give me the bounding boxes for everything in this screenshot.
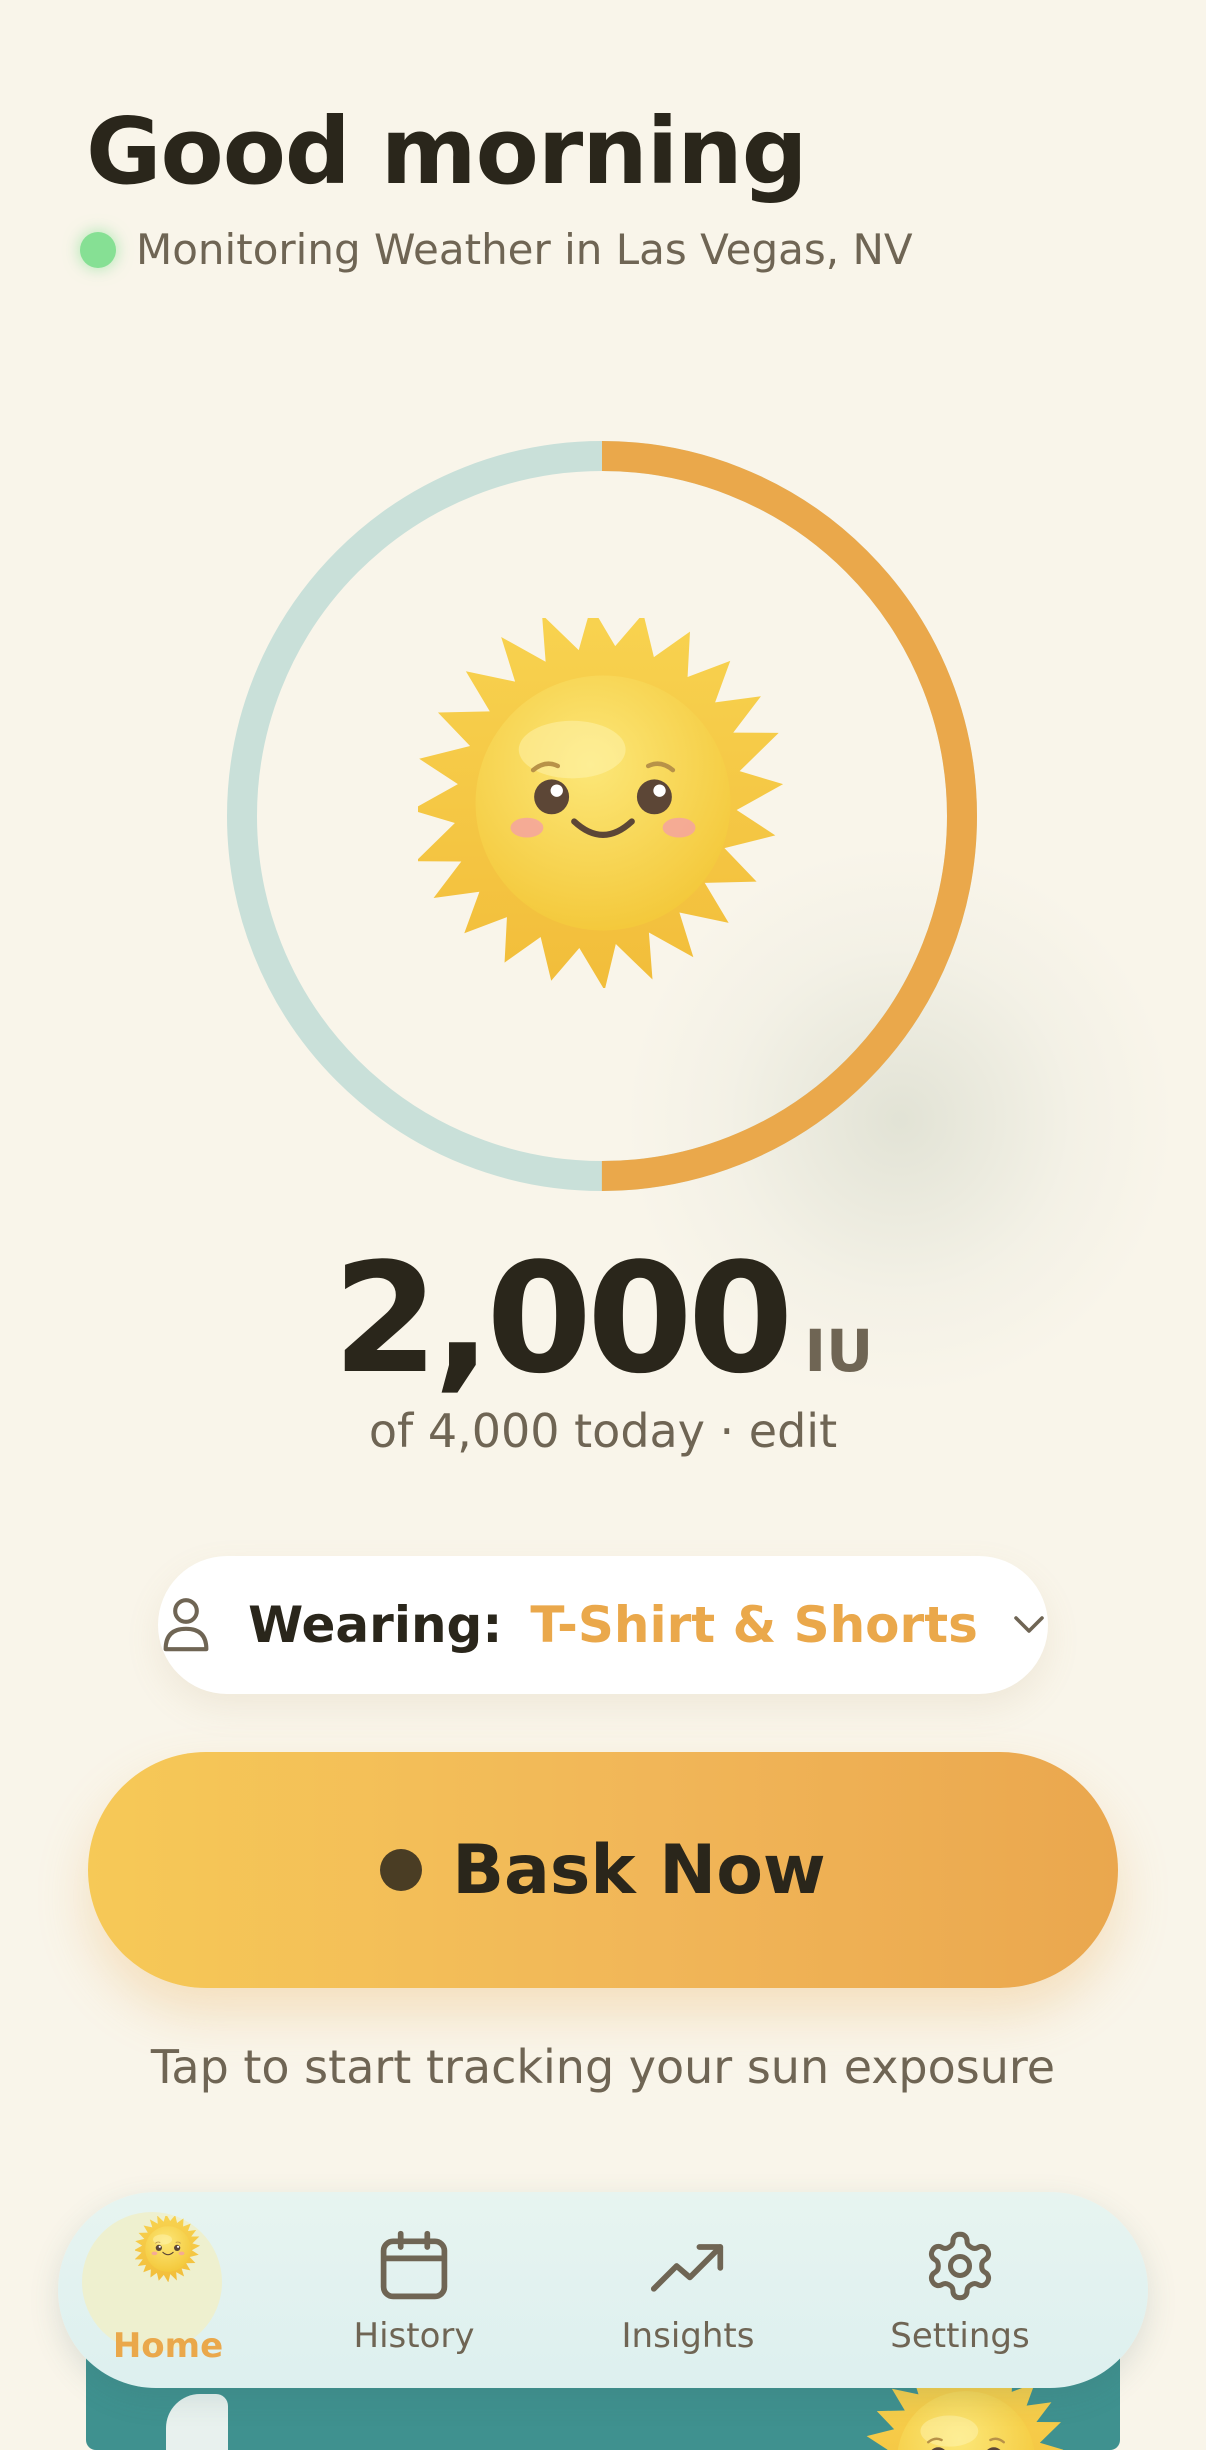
tab-insights[interactable]: Insights xyxy=(578,2192,798,2388)
gear-icon xyxy=(928,2231,992,2301)
chevron-down-icon xyxy=(1014,1616,1044,1633)
clothing-selector[interactable]: Wearing: T-Shirt & Shorts xyxy=(158,1556,1048,1694)
tab-settings[interactable]: Settings xyxy=(850,2192,1070,2388)
person-icon xyxy=(163,1598,209,1652)
daily-goal-edit[interactable]: of 4,000 today · edit xyxy=(0,1404,1206,1458)
smiling-sun-icon xyxy=(418,618,788,988)
record-dot-icon xyxy=(380,1849,423,1891)
wearing-label: Wearing: xyxy=(248,1596,503,1654)
bask-now-label: Bask Now xyxy=(452,1830,826,1910)
tab-label: Insights xyxy=(621,2316,755,2356)
card-shape xyxy=(166,2394,228,2450)
tab-label: Settings xyxy=(890,2316,1030,2356)
tracking-hint: Tap to start tracking your sun exposure xyxy=(150,2040,1056,2094)
calendar-icon xyxy=(380,2230,448,2300)
sun-icon xyxy=(135,2216,201,2282)
location-status: Monitoring Weather in Las Vegas, NV xyxy=(80,225,913,274)
bask-now-button[interactable]: Bask Now xyxy=(88,1752,1118,1988)
status-dot-icon xyxy=(80,231,116,268)
greeting-title: Good morning xyxy=(86,98,808,205)
wearing-value: T-Shirt & Shorts xyxy=(530,1596,978,1654)
tab-label: History xyxy=(353,2316,475,2356)
iu-value: 2,000 xyxy=(332,1230,794,1407)
trending-up-icon xyxy=(650,2244,724,2292)
iu-unit: IU xyxy=(804,1317,874,1385)
tab-history[interactable]: History xyxy=(304,2192,524,2388)
bottom-tab-bar: Home History Insights Settings xyxy=(58,2192,1148,2388)
tab-label: Home xyxy=(112,2326,224,2366)
tab-home[interactable]: Home xyxy=(58,2192,278,2388)
daily-iu-total: 2,000 IU xyxy=(0,1230,1206,1407)
location-status-text: Monitoring Weather in Las Vegas, NV xyxy=(136,225,913,274)
